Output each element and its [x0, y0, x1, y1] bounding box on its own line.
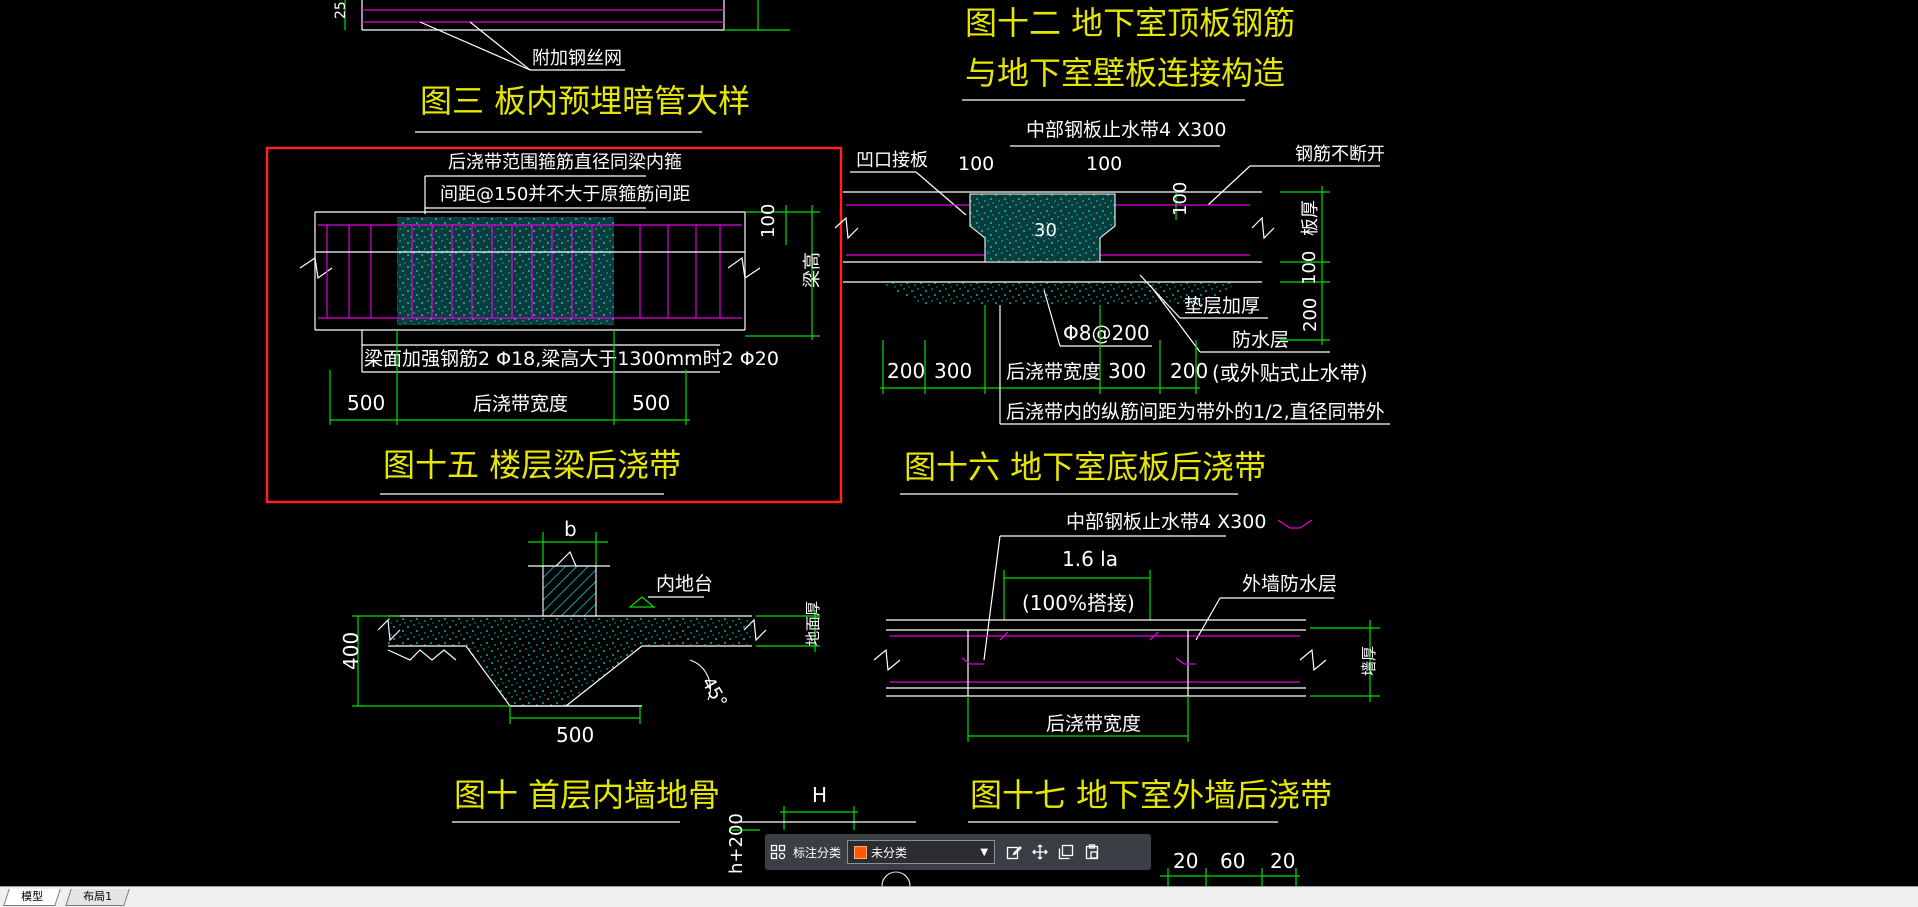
fig16-cushion: 垫层加厚 [1184, 295, 1260, 317]
fig3-dim-left: 25 [333, 1, 349, 19]
fig16-dim-300b: 300 [1108, 359, 1146, 383]
fig16-dim-100a: 100 [958, 153, 994, 175]
fig10-inner-floor: 内地台 [656, 573, 713, 595]
fig16-dim-300a: 300 [934, 359, 972, 383]
fig17-lap-len: 1.6 la [1062, 547, 1118, 571]
move-icon[interactable] [1027, 839, 1053, 865]
fig16-dim-200b: 200 [1170, 359, 1208, 383]
fig3-note: 附加钢丝网 [532, 48, 622, 69]
fig16-slab-thk: 板厚 [1300, 200, 1321, 236]
fig16-rebar: Φ8@200 [1063, 321, 1150, 345]
annotation-toolbar: 标注分类 未分类 ▼ [765, 834, 1151, 870]
tab-model[interactable]: 模型 [3, 889, 61, 906]
grid-icon[interactable] [765, 839, 791, 865]
fig16-dim-30: 30 [1034, 220, 1057, 241]
category-value: 未分类 [871, 845, 908, 860]
fig16-width: 后浇带宽度 [1006, 361, 1101, 383]
fig15-dim-right: 500 [632, 391, 670, 415]
fig17-width: 后浇带宽度 [1046, 713, 1141, 735]
fig16-spacing-note: 后浇带内的纵筋间距为带外的1/2,直径同带外 [1006, 401, 1385, 423]
fig15-rebar-note: 梁面加强钢筋2 Φ18,梁高大于1300mm时2 Φ20 [364, 348, 779, 370]
fig17-waterstop: 中部钢板止水带4 X300 [1066, 511, 1266, 533]
fig17-ext-waterproof: 外墙防水层 [1242, 573, 1337, 595]
fig17-detail: 中部钢板止水带4 X300 1.6 la (100%搭接) 外墙防水层 墙厚 后… [873, 511, 1380, 823]
fig16-continuous: 钢筋不断开 [1295, 144, 1385, 165]
cad-drawing-canvas[interactable]: 25 附加钢丝网 图三 板内预埋暗管大样 图十二 地下室顶板钢筋 与地下室壁板连… [0, 0, 1918, 886]
fig3-detail: 25 附加钢丝网 图三 板内预埋暗管大样 [333, 0, 790, 133]
dim-H: H [812, 783, 827, 807]
fig16-dim-100d: 100 [1299, 251, 1320, 285]
fig10-dim-b: b [564, 517, 577, 541]
fig16-waterstop: 中部钢板止水带4 X300 [1026, 119, 1226, 141]
fig16-waterproof: 防水层 [1232, 329, 1289, 351]
fig16-recess: 凹口接板 [856, 150, 928, 171]
fig15-note-line2: 间距@150并不大于原箍筋间距 [440, 184, 690, 205]
edit-icon[interactable] [1001, 839, 1027, 865]
dim-h200: h+200 [726, 813, 747, 874]
fig10-floor-thk: 地面厚 [804, 601, 822, 646]
fig10-detail: b 内地台 400 地面厚 45° 500 图十 首层内墙地骨 [339, 517, 822, 823]
fig15-dim-100: 100 [758, 204, 779, 238]
fig10-title: 图十 首层内墙地骨 [454, 776, 720, 814]
fig10-angle: 45° [697, 674, 731, 712]
fig17-title: 图十七 地下室外墙后浇带 [970, 776, 1332, 814]
fig10-dim-400: 400 [339, 632, 363, 670]
dim-20a: 20 [1173, 849, 1198, 873]
fig17-lap: (100%搭接) [1022, 591, 1135, 615]
fig16-dim-200v: 200 [1300, 298, 1321, 332]
layout-tab-bar: 模型 布局1 [0, 886, 1918, 907]
category-color-swatch [854, 845, 868, 859]
annotation-category-label: 标注分类 [793, 845, 842, 860]
fig15-dim-left: 500 [347, 391, 385, 415]
copy-icon[interactable] [1053, 839, 1079, 865]
fig16-detail: 中部钢板止水带4 X300 凹口接板 100 100 钢筋不断开 30 100 … [834, 119, 1390, 495]
tab-layout1[interactable]: 布局1 [65, 889, 130, 906]
fig10-dim-500: 500 [556, 723, 594, 747]
fig12-title-block: 图十二 地下室顶板钢筋 与地下室壁板连接构造 [962, 4, 1295, 101]
paste-icon[interactable] [1079, 839, 1105, 865]
dim-60: 60 [1220, 849, 1245, 873]
fig12-title-line2: 与地下室壁板连接构造 [965, 54, 1285, 92]
chevron-down-icon: ▼ [980, 846, 989, 858]
tab-layout1-label: 布局1 [83, 890, 113, 903]
tab-model-label: 模型 [21, 890, 44, 903]
fig15-dim-beam-height: 梁高 [802, 252, 823, 288]
fig16-dim-200a: 200 [887, 359, 925, 383]
category-select[interactable]: 未分类 ▼ [847, 840, 996, 864]
fig16-dim-100c: 100 [1170, 182, 1191, 216]
fig15-dim-mid: 后浇带宽度 [473, 393, 568, 415]
fig3-title: 图三 板内预埋暗管大样 [420, 82, 750, 120]
fig15-detail[interactable]: 后浇带范围箍筋直径同梁内箍 间距@150并不大于原箍筋间距 100 梁高 梁面加… [265, 146, 843, 504]
fig15-title: 图十五 楼层梁后浇带 [383, 446, 681, 484]
fig16-title: 图十六 地下室底板后浇带 [904, 448, 1266, 486]
fig16-dim-100b: 100 [1086, 153, 1122, 175]
fig12-title-line1: 图十二 地下室顶板钢筋 [965, 4, 1295, 42]
fig16-waterproof2: (或外贴式止水带) [1212, 361, 1368, 385]
fig17-wall-thk: 墙厚 [1360, 646, 1378, 676]
fig15-note-line1: 后浇带范围箍筋直径同梁内箍 [448, 152, 682, 173]
dim-20b: 20 [1270, 849, 1295, 873]
